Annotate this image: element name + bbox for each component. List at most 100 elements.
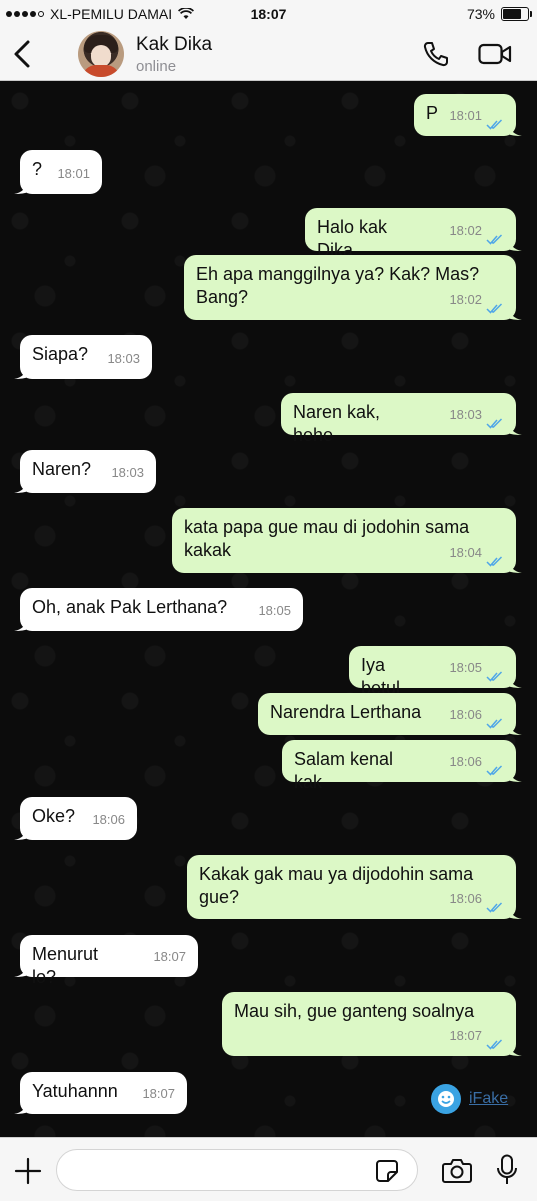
message-text: Oh, anak Pak Lerthana? [32,597,228,617]
message-time: 18:06 [92,808,125,831]
plus-icon[interactable] [14,1157,42,1185]
message-text: Mau sih, gue ganteng soalnya [234,1001,475,1021]
message-timestamp: 18:03 [107,351,140,366]
bubble-tail [508,559,522,573]
bubble-tail [508,905,522,919]
battery-icon [501,7,532,21]
microphone-icon[interactable] [496,1154,518,1186]
status-bar: XL-PEMILU DAMAI 18:07 73% [0,0,537,28]
message-timestamp: 18:07 [153,949,186,964]
read-receipt-icon [486,413,504,429]
message-timestamp: 18:05 [258,603,291,618]
message-timestamp: 18:05 [449,660,482,675]
incoming-message[interactable]: Oke? 18:06 [14,797,137,840]
bubble-tail [508,421,522,435]
incoming-message[interactable]: Menurut lo? 18:07 [14,935,198,987]
bubble-tail [14,617,28,631]
battery-percent: 73% [466,6,495,22]
read-receipt-icon [486,1034,504,1050]
contact-name[interactable]: Kak Dika [136,34,212,56]
battery-group: 73% [466,6,532,22]
message-time: 18:04 [449,541,504,567]
outgoing-message[interactable]: Iya betul 18:05 [349,646,522,698]
contact-status: online [136,58,177,75]
message-time: 18:01 [57,162,90,185]
message-timestamp: 18:06 [92,812,125,827]
message-time: 18:05 [449,656,504,682]
camera-icon[interactable] [442,1156,472,1184]
message-time: 18:02 [449,288,504,314]
message-input[interactable] [56,1149,418,1191]
outgoing-message[interactable]: Eh apa manggilnya ya? Kak? Mas? Bang? 18:… [184,255,522,320]
message-timestamp: 18:03 [111,465,144,480]
read-receipt-icon [486,666,504,682]
incoming-message[interactable]: Oh, anak Pak Lerthana? 18:05 [14,588,303,631]
outgoing-message[interactable]: P 18:01 [414,94,522,136]
read-receipt-icon [486,713,504,729]
message-timestamp: 18:06 [449,754,482,769]
message-time: 18:06 [449,750,504,776]
status-time: 18:07 [250,6,287,22]
bubble-tail [14,826,28,840]
bubble-tail [14,1100,28,1114]
watermark-text: iFake [469,1090,509,1107]
bubble-tail [14,180,28,194]
outgoing-message[interactable]: Kakak gak mau ya dijodohin sama gue? 18:0… [187,855,522,919]
read-receipt-icon [486,114,504,130]
incoming-message[interactable]: ? 18:01 [14,150,102,194]
message-time: 18:07 [153,945,186,968]
outgoing-message[interactable]: Salam kenal kak 18:06 [282,740,522,792]
message-timestamp: 18:02 [449,223,482,238]
bubble-tail [508,237,522,251]
bubble-tail [508,1042,522,1056]
ifake-logo-icon [431,1084,461,1114]
bubble-tail [508,721,522,735]
outgoing-message[interactable]: Naren kak, hehe 18:03 [281,393,522,445]
bubble-tail [508,306,522,320]
outgoing-message[interactable]: Mau sih, gue ganteng soalnya 18:07 [222,992,522,1056]
bubble-tail [14,963,28,977]
phone-icon[interactable] [422,40,450,68]
read-receipt-icon [486,897,504,913]
message-time: 18:06 [449,703,504,729]
back-chevron-icon[interactable] [10,38,36,70]
message-time: 18:03 [449,403,504,429]
message-timestamp: 18:06 [449,707,482,722]
video-camera-icon[interactable] [478,42,512,66]
incoming-message[interactable]: Naren? 18:03 [14,450,156,493]
message-time: 18:02 [449,219,504,245]
message-timestamp: 18:04 [449,545,482,560]
incoming-message[interactable]: Siapa? 18:03 [14,335,152,379]
input-bar [0,1137,537,1201]
read-receipt-icon [486,229,504,245]
message-timestamp: 18:02 [449,292,482,307]
message-timestamp: 18:07 [142,1086,175,1101]
message-time: 18:07 [449,1024,504,1050]
message-timestamp: 18:03 [449,407,482,422]
message-timestamp: 18:06 [449,891,482,906]
message-time: 18:03 [111,461,144,484]
outgoing-message[interactable]: kata papa gue mau di jodohin sama kakak 1… [172,508,522,573]
outgoing-message[interactable]: Halo kak Dika 18:02 [305,208,522,260]
bubble-tail [508,768,522,782]
message-time: 18:01 [449,104,504,130]
read-receipt-icon [486,298,504,314]
message-time: 18:06 [449,887,504,913]
message-timestamp: 18:01 [57,166,90,181]
incoming-message[interactable]: Yatuhannn 18:07 [14,1072,187,1114]
read-receipt-icon [486,760,504,776]
bubble-tail [14,365,28,379]
bubble-tail [14,479,28,493]
message-timestamp: 18:07 [449,1028,482,1043]
watermark: iFake [431,1084,508,1114]
message-time: 18:07 [142,1082,175,1105]
message-time: 18:05 [258,599,291,622]
read-receipt-icon [486,551,504,567]
outgoing-message[interactable]: Narendra Lerthana 18:06 [258,693,522,735]
chat-header: Kak Dika online [0,28,537,81]
sticker-icon[interactable] [375,1159,399,1183]
bubble-tail [508,122,522,136]
bubble-tail [508,674,522,688]
avatar[interactable] [78,31,124,77]
message-time: 18:03 [107,347,140,370]
